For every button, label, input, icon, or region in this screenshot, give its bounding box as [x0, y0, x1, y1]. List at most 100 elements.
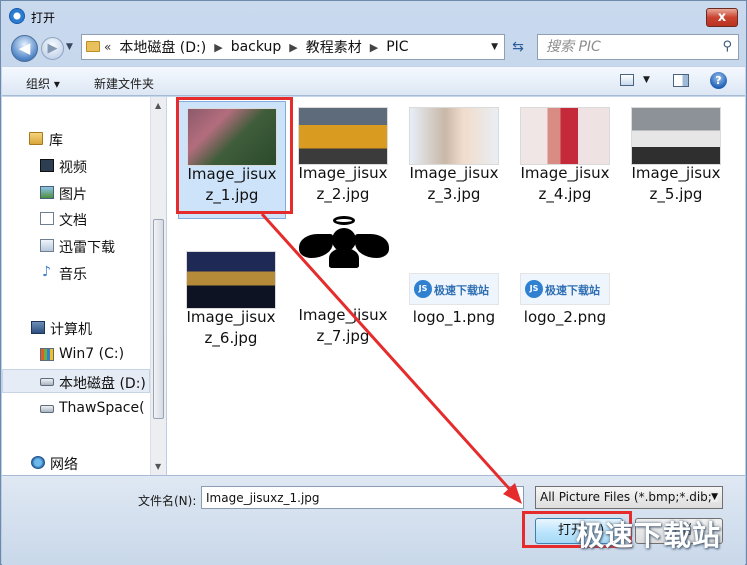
app-icon [9, 8, 25, 24]
chevron-down-icon[interactable]: ▼ [491, 42, 498, 52]
sidebar-item-label: ThawSpace( [59, 400, 145, 416]
filename-input[interactable] [201, 486, 524, 509]
file-item[interactable]: Image_jisux z_4.jpg [512, 101, 620, 219]
sidebar-item-drive-c[interactable]: Win7 (C:) [2, 343, 150, 367]
command-bar: 组织 ▾ 新建文件夹 ▼ ? [2, 66, 745, 96]
sidebar-item-videos[interactable]: 视频 [2, 154, 150, 178]
image-thumbnail [520, 107, 610, 165]
navigation-bar: ◀ ▶ ▼ « 本地磁盘 (D:) ▶ backup ▶ 教程素材 ▶ PIC … [1, 31, 746, 63]
documents-icon [40, 212, 54, 225]
help-button[interactable]: ? [710, 72, 727, 89]
forward-button[interactable]: ▶ [41, 37, 64, 60]
breadcrumb: « 本地磁盘 (D:) ▶ backup ▶ 教程素材 ▶ PIC [104, 35, 409, 59]
logo-thumbnail: JS 极速下载站 [520, 273, 610, 305]
sidebar-item-label: 迅雷下载 [59, 240, 115, 256]
file-name: Image_jisux z_7.jpg [298, 306, 388, 345]
file-type-select[interactable]: All Picture Files (*.bmp;*.dib;* ▼ [535, 486, 723, 509]
image-thumbnail [298, 107, 388, 165]
chevron-right-icon[interactable]: ▶ [289, 41, 297, 54]
sidebar-item-label: 文档 [59, 213, 87, 229]
xunlei-download-icon [40, 239, 54, 252]
close-button[interactable]: x [706, 8, 738, 27]
halo-icon [333, 216, 355, 225]
pictures-icon [40, 186, 54, 199]
sidebar-item-drive-d[interactable]: 本地磁盘 (D:) [2, 369, 150, 393]
file-type-value: All Picture Files (*.bmp;*.dib;* [540, 490, 718, 504]
breadcrumb-item[interactable]: 本地磁盘 (D:) [119, 37, 206, 57]
network-icon [31, 456, 45, 469]
address-bar[interactable]: « 本地磁盘 (D:) ▶ backup ▶ 教程素材 ▶ PIC ▼ [81, 34, 505, 60]
search-input[interactable] [546, 38, 716, 56]
scrollbar-thumb[interactable] [153, 219, 164, 419]
sidebar-item-label: 计算机 [50, 322, 92, 338]
image-thumbnail [631, 107, 721, 165]
search-icon[interactable]: ⚲ [722, 39, 732, 54]
drive-icon [40, 378, 54, 386]
filename-label: 文件名(N): [138, 494, 197, 508]
wing-icon [299, 234, 333, 258]
sidebar-item-pictures[interactable]: 图片 [2, 181, 150, 205]
file-name: Image_jisux z_2.jpg [298, 164, 388, 203]
sidebar-item-label: 音乐 [59, 267, 87, 283]
chevron-right-icon[interactable]: ▶ [214, 41, 222, 54]
wing-icon [355, 234, 389, 258]
sidebar-item-computer[interactable]: 计算机 [2, 316, 150, 340]
windows-drive-icon [40, 348, 54, 361]
file-name: logo_2.png [523, 308, 607, 326]
breadcrumb-item[interactable]: 教程素材 [306, 37, 362, 57]
breadcrumb-item[interactable]: PIC [386, 39, 408, 55]
logo-text: 极速下载站 [434, 284, 489, 297]
preview-pane-icon[interactable] [673, 74, 689, 87]
watermark: 极速下载站 [576, 519, 722, 552]
sidebar-item-documents[interactable]: 文档 [2, 207, 150, 231]
window-title: 打开 [31, 11, 56, 25]
file-item[interactable]: Image_jisux z_7.jpg [290, 207, 398, 345]
computer-icon [31, 321, 45, 334]
navigation-pane-scrollbar[interactable]: ▲ ▼ [150, 97, 166, 475]
change-view-icon[interactable] [620, 74, 634, 86]
image-thumbnail [186, 251, 276, 309]
logo-thumbnail: JS 极速下载站 [409, 273, 499, 305]
logo-mark-icon: JS [414, 280, 432, 298]
sidebar-item-xunlei-download[interactable]: 迅雷下载 [2, 234, 150, 258]
scroll-down-icon[interactable]: ▼ [155, 462, 161, 471]
chevron-down-icon[interactable]: ▼ [711, 492, 718, 502]
sidebar-item-library[interactable]: 库 [2, 127, 150, 151]
logo-mark-icon: JS [525, 280, 543, 298]
new-folder-button[interactable]: 新建文件夹 [94, 75, 154, 92]
logo-text: 极速下载站 [545, 284, 600, 297]
organize-button[interactable]: 组织 ▾ [26, 75, 60, 92]
chevron-down-icon[interactable]: ▼ [643, 75, 650, 85]
folder-icon [86, 41, 100, 52]
drive-icon [40, 405, 54, 413]
file-name: Image_jisux z_6.jpg [186, 308, 276, 347]
search-box[interactable]: ⚲ [537, 34, 739, 60]
breadcrumb-overflow[interactable]: « [104, 40, 111, 54]
chevron-right-icon[interactable]: ▶ [370, 41, 378, 54]
refresh-button[interactable]: ⇆ [507, 36, 529, 58]
sidebar-item-label: 库 [49, 133, 63, 149]
open-file-dialog: 打开 x ◀ ▶ ▼ « 本地磁盘 (D:) ▶ backup ▶ 教程素材 ▶… [0, 0, 747, 565]
file-item[interactable]: Image_jisux z_6.jpg [178, 245, 286, 363]
sidebar-item-thawspace[interactable]: ThawSpace( [2, 397, 150, 421]
file-name: Image_jisux z_4.jpg [520, 164, 610, 203]
sidebar-item-label: 图片 [59, 187, 87, 203]
file-name: logo_1.png [412, 308, 496, 326]
history-dropdown-icon[interactable]: ▼ [66, 42, 73, 52]
sidebar-item-music[interactable]: ♪ 音乐 [2, 261, 150, 285]
scroll-up-icon[interactable]: ▲ [155, 101, 161, 110]
file-item[interactable]: JS 极速下载站 logo_1.png [401, 245, 509, 363]
image-thumbnail [298, 211, 389, 301]
sidebar-item-network[interactable]: 网络 [2, 451, 150, 475]
file-item[interactable]: Image_jisux z_2.jpg [290, 101, 398, 219]
file-item[interactable]: Image_jisux z_3.jpg [401, 101, 509, 219]
file-item[interactable]: Image_jisux z_5.jpg [623, 101, 731, 219]
sidebar-item-label: 网络 [50, 457, 78, 473]
file-item[interactable]: JS 极速下载站 logo_2.png [512, 245, 620, 363]
image-thumbnail [409, 107, 499, 165]
file-name: Image_jisux z_5.jpg [631, 164, 721, 203]
breadcrumb-item[interactable]: backup [231, 39, 282, 55]
file-name: Image_jisux z_3.jpg [409, 164, 499, 203]
back-button[interactable]: ◀ [11, 35, 38, 62]
library-icon [29, 132, 43, 145]
